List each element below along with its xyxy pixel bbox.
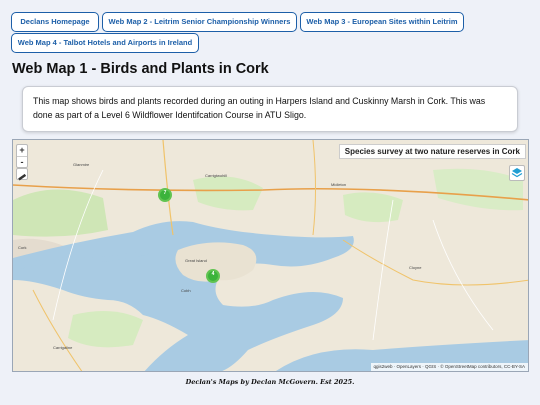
map-label-glanmire: Glanmire <box>73 162 90 167</box>
species-cluster-marker[interactable]: 4 <box>206 269 220 283</box>
layers-icon[interactable] <box>509 165 525 181</box>
page-title: Web Map 1 - Birds and Plants in Cork <box>12 61 269 77</box>
map-label-cork: Cork <box>18 245 27 250</box>
zoom-control: + - <box>16 144 28 168</box>
species-cluster-marker[interactable]: 7 <box>158 188 172 202</box>
footer-text: Declan's Maps by Declan McGovern. Est 20… <box>185 378 355 386</box>
measure-ruler-icon[interactable] <box>16 168 28 181</box>
map-label-cobh: Cobh <box>181 288 191 293</box>
nav-button-web-map-2[interactable]: Web Map 2 - Leitrim Senior Championship … <box>102 12 297 32</box>
map-attribution[interactable]: qgis2web · OpenLayers · QGIS · © OpenStr… <box>370 363 528 371</box>
nav-button-web-map-3[interactable]: Web Map 3 - European Sites within Leitri… <box>300 12 464 32</box>
map-label-great-island: Great Island <box>185 258 207 263</box>
nav-button-homepage[interactable]: Declans Homepage <box>11 12 99 32</box>
map-description: This map shows birds and plants recorded… <box>22 86 518 132</box>
web-map[interactable]: Glanmire Carrigtwohill Midleton Great Is… <box>12 139 529 372</box>
zoom-out-button[interactable]: - <box>17 156 27 167</box>
map-basemap <box>13 140 528 371</box>
zoom-in-button[interactable]: + <box>17 145 27 156</box>
map-overlay-title: Species survey at two nature reserves in… <box>338 144 526 159</box>
map-label-carrigtwohill: Carrigtwohill <box>205 173 228 178</box>
map-label-cloyne: Cloyne <box>409 265 422 270</box>
map-label-midleton: Midleton <box>331 182 347 187</box>
nav-button-web-map-4[interactable]: Web Map 4 - Talbot Hotels and Airports i… <box>11 33 199 53</box>
map-label-carrigaline: Carrigaline <box>53 345 73 350</box>
